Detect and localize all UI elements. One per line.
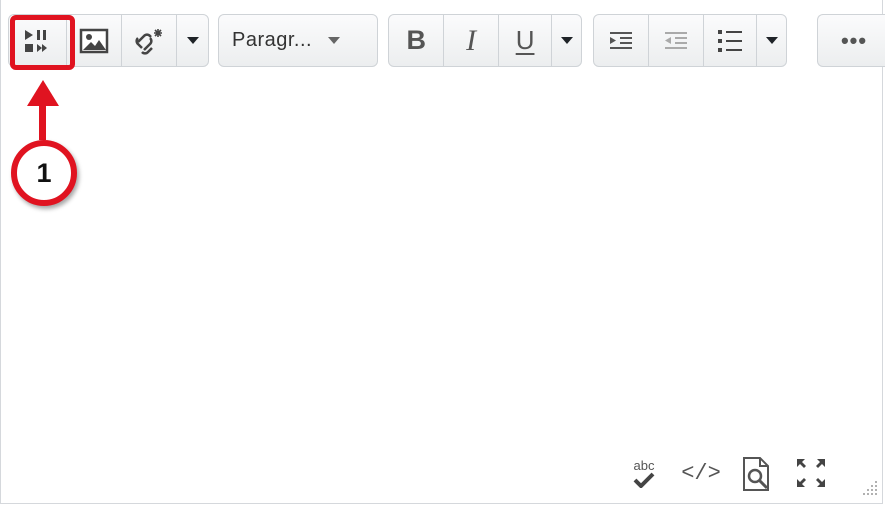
underline-icon: U [515,25,535,55]
more-actions-button[interactable]: ••• [818,15,885,66]
bold-icon: B [406,25,426,55]
insert-quicklink-button[interactable] [122,15,178,66]
resize-handle[interactable] [858,476,880,498]
bullet-list-button[interactable] [704,15,758,66]
list-more-dropdown[interactable] [757,15,786,66]
image-icon [79,28,109,53]
highlight-box [10,15,75,70]
indent-icon [610,31,633,49]
chevron-down-icon [328,37,341,44]
check-icon [633,472,655,488]
paragraph-style-select[interactable]: Paragr... [219,15,377,66]
preview-button[interactable] [739,455,775,493]
list-group [593,14,787,67]
chevron-down-icon [765,37,778,44]
outdent-button[interactable] [649,15,704,66]
italic-icon: I [466,23,477,57]
editor-content-area[interactable] [1,80,884,440]
indent-button[interactable] [594,15,650,66]
html-editor: Paragr... B I U ••• 1 abc </> [0,0,885,504]
source-code-icon: </> [681,460,721,486]
insert-image-button[interactable] [67,15,123,66]
insert-more-dropdown[interactable] [177,15,208,66]
paragraph-group: Paragr... [218,14,378,67]
source-code-button[interactable]: </> [681,455,721,491]
quicklink-icon [135,28,163,55]
italic-button[interactable]: I [444,15,499,66]
outdent-icon [665,31,688,49]
fullscreen-button[interactable] [793,455,829,491]
underline-button[interactable]: U [499,15,553,66]
resize-handle-icon [863,481,877,495]
paragraph-style-value: Paragr... [232,29,313,51]
arrow-up-icon [27,80,59,106]
fullscreen-icon [797,459,825,487]
chevron-down-icon [560,37,573,44]
format-group: B I U [388,14,582,67]
more-group: ••• [817,14,885,67]
spellcheck-button[interactable]: abc [628,455,660,491]
arrow-shaft [39,104,46,140]
chevron-down-icon [186,37,199,44]
bold-button[interactable]: B [389,15,445,66]
bullet-list-icon [718,29,743,52]
step-callout: 1 [11,140,77,206]
more-icon: ••• [840,27,868,53]
preview-icon [743,457,769,491]
editor-toolbar: Paragr... B I U ••• [1,0,885,80]
format-more-dropdown[interactable] [552,15,581,66]
spellcheck-label: abc [633,457,655,473]
